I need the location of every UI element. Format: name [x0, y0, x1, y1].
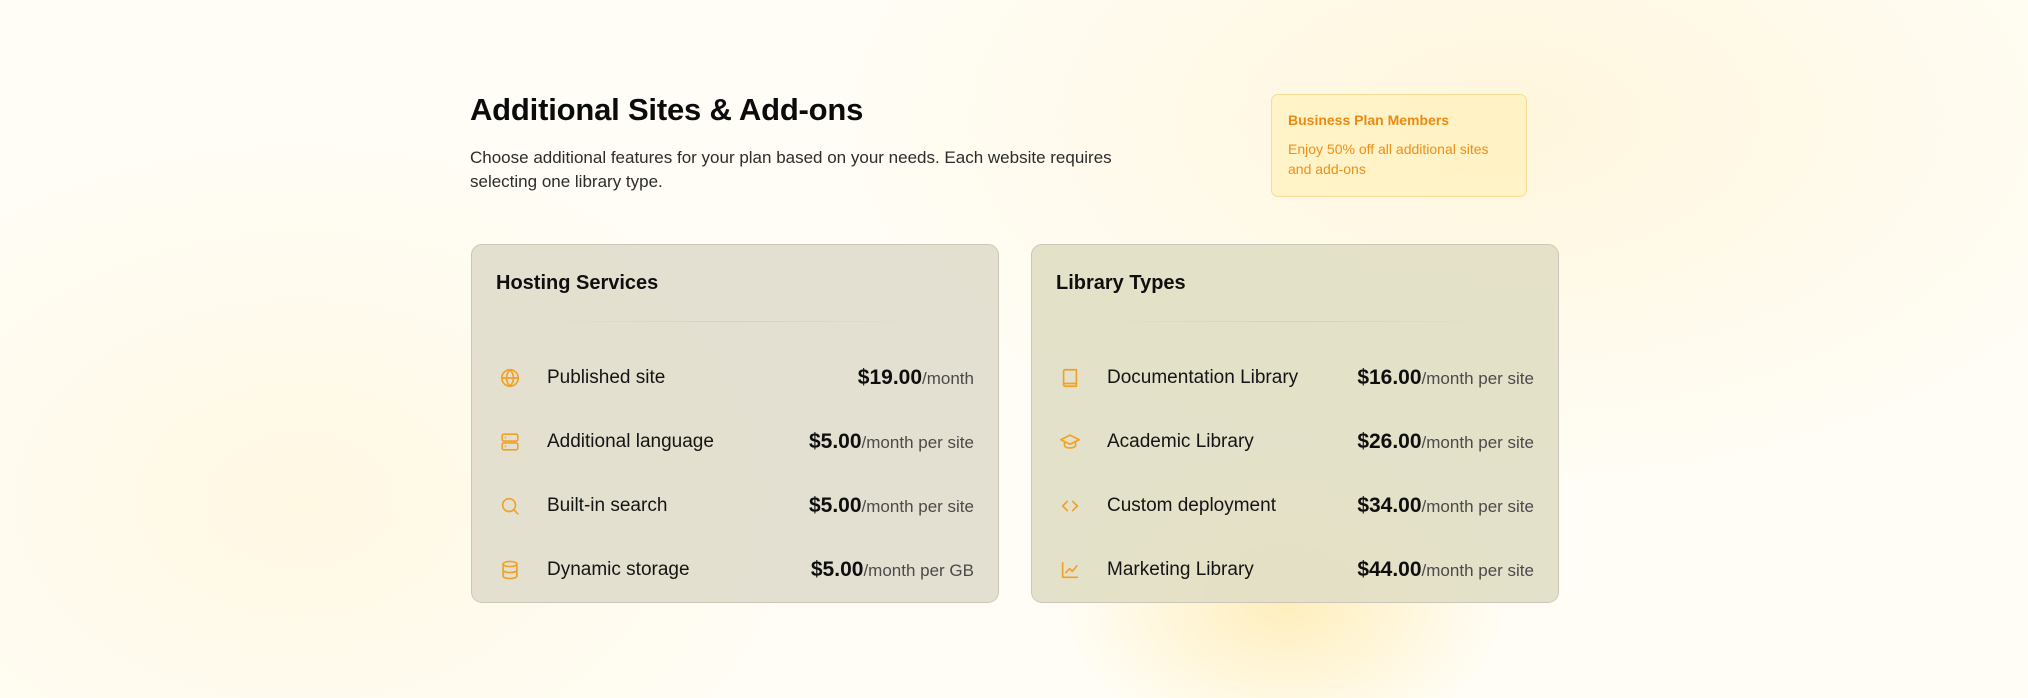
price-amount: $19.00 [857, 366, 923, 389]
library-types-list: Documentation Library $16.00 /month per … [1056, 346, 1534, 602]
list-item-built-in-search[interactable]: Built-in search $5.00 /month per site [496, 474, 974, 538]
list-item-marketing-library[interactable]: Marketing Library $44.00 /month per site [1056, 538, 1534, 602]
price-amount: $5.00 [808, 430, 862, 453]
price-unit: /month per site [1421, 433, 1534, 452]
item-price: $26.00 /month per site [1357, 430, 1534, 454]
price-unit: /month per GB [863, 561, 974, 580]
item-label: Documentation Library [1107, 367, 1299, 388]
price-amount: $16.00 [1357, 366, 1422, 389]
price-unit: /month per site [1421, 369, 1534, 388]
card-title: Hosting Services [496, 272, 659, 294]
price-unit: /month per site [1421, 497, 1534, 516]
server-icon [494, 426, 526, 458]
graduation-cap-icon [1054, 426, 1086, 458]
item-price: $16.00 /month per site [1357, 366, 1534, 390]
list-item-academic-library[interactable]: Academic Library $26.00 /month per site [1056, 410, 1534, 474]
business-plan-promo: Business Plan Members Enjoy 50% off all … [1271, 94, 1527, 197]
price-amount: $5.00 [808, 494, 862, 517]
list-item-dynamic-storage[interactable]: Dynamic storage $5.00 /month per GB [496, 538, 974, 602]
database-icon [494, 554, 526, 586]
list-item-documentation-library[interactable]: Documentation Library $16.00 /month per … [1056, 346, 1534, 410]
item-label: Published site [547, 367, 666, 388]
list-item-custom-deployment[interactable]: Custom deployment $34.00 /month per site [1056, 474, 1534, 538]
price-unit: /month per site [861, 433, 974, 452]
item-label: Built-in search [547, 495, 668, 516]
card-divider [532, 321, 938, 322]
price-amount: $34.00 [1357, 494, 1422, 517]
card-title: Library Types [1056, 272, 1186, 294]
item-price: $19.00 /month [858, 366, 974, 390]
page-title: Additional Sites & Add-ons [470, 92, 864, 127]
price-amount: $44.00 [1357, 558, 1422, 581]
item-price: $5.00 /month per site [809, 430, 974, 454]
card-divider [1092, 321, 1498, 322]
hosting-services-card: Hosting Services Published site $19.00 /… [471, 244, 999, 603]
search-icon [494, 490, 526, 522]
item-price: $44.00 /month per site [1357, 558, 1534, 582]
item-label: Additional language [547, 431, 714, 452]
price-unit: /month per site [861, 497, 974, 516]
list-item-additional-language[interactable]: Additional language $5.00 /month per sit… [496, 410, 974, 474]
line-chart-icon [1054, 554, 1086, 586]
price-unit: /month [922, 369, 974, 388]
item-price: $5.00 /month per site [809, 494, 974, 518]
item-label: Academic Library [1107, 431, 1254, 452]
item-label: Marketing Library [1107, 559, 1254, 580]
item-label: Dynamic storage [547, 559, 690, 580]
item-price: $5.00 /month per GB [811, 558, 974, 582]
item-price: $34.00 /month per site [1357, 494, 1534, 518]
item-label: Custom deployment [1107, 495, 1276, 516]
code-icon [1054, 490, 1086, 522]
page-subtitle: Choose additional features for your plan… [470, 148, 1112, 191]
page-header: Additional Sites & Add-ons Choose additi… [470, 92, 1190, 194]
price-amount: $26.00 [1357, 430, 1422, 453]
globe-icon [494, 362, 526, 394]
price-unit: /month per site [1421, 561, 1534, 580]
price-amount: $5.00 [810, 558, 864, 581]
book-icon [1054, 362, 1086, 394]
hosting-services-list: Published site $19.00 /month Additional … [496, 346, 974, 602]
promo-title: Business Plan Members [1288, 112, 1450, 128]
list-item-published-site[interactable]: Published site $19.00 /month [496, 346, 974, 410]
library-types-card: Library Types Documentation Library $16.… [1031, 244, 1559, 603]
promo-text: Enjoy 50% off all additional sites and a… [1288, 141, 1489, 177]
